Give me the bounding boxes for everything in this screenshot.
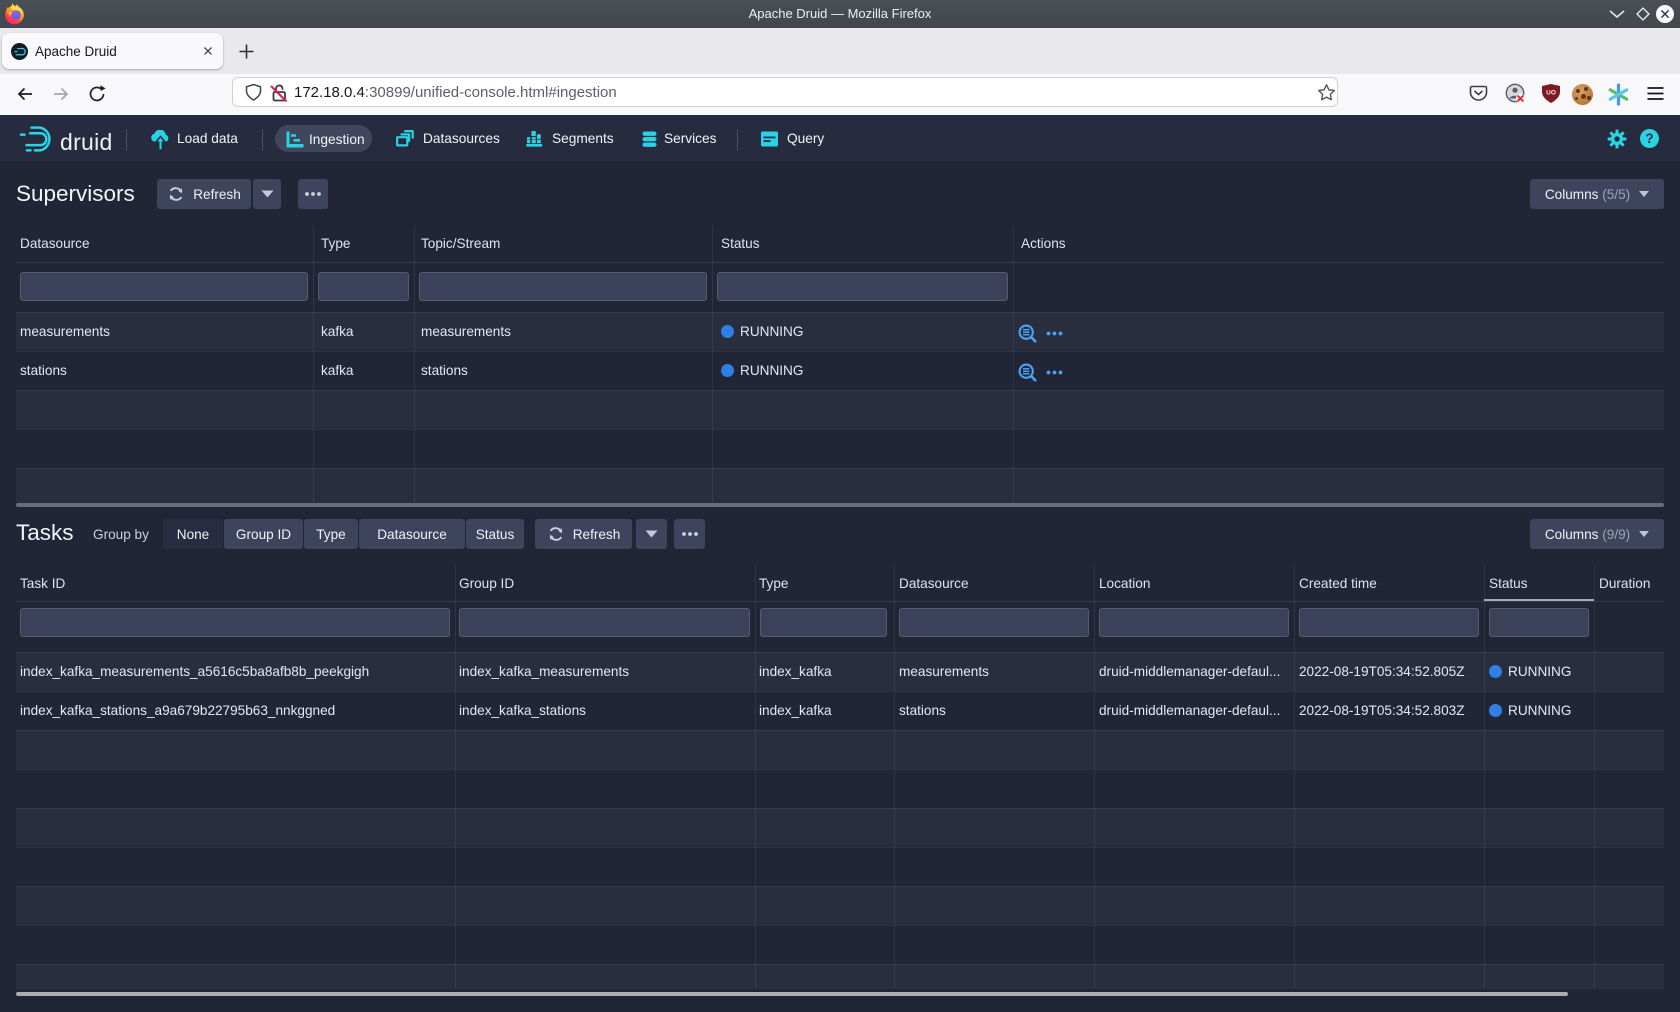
svg-text:UO: UO	[1546, 90, 1556, 97]
